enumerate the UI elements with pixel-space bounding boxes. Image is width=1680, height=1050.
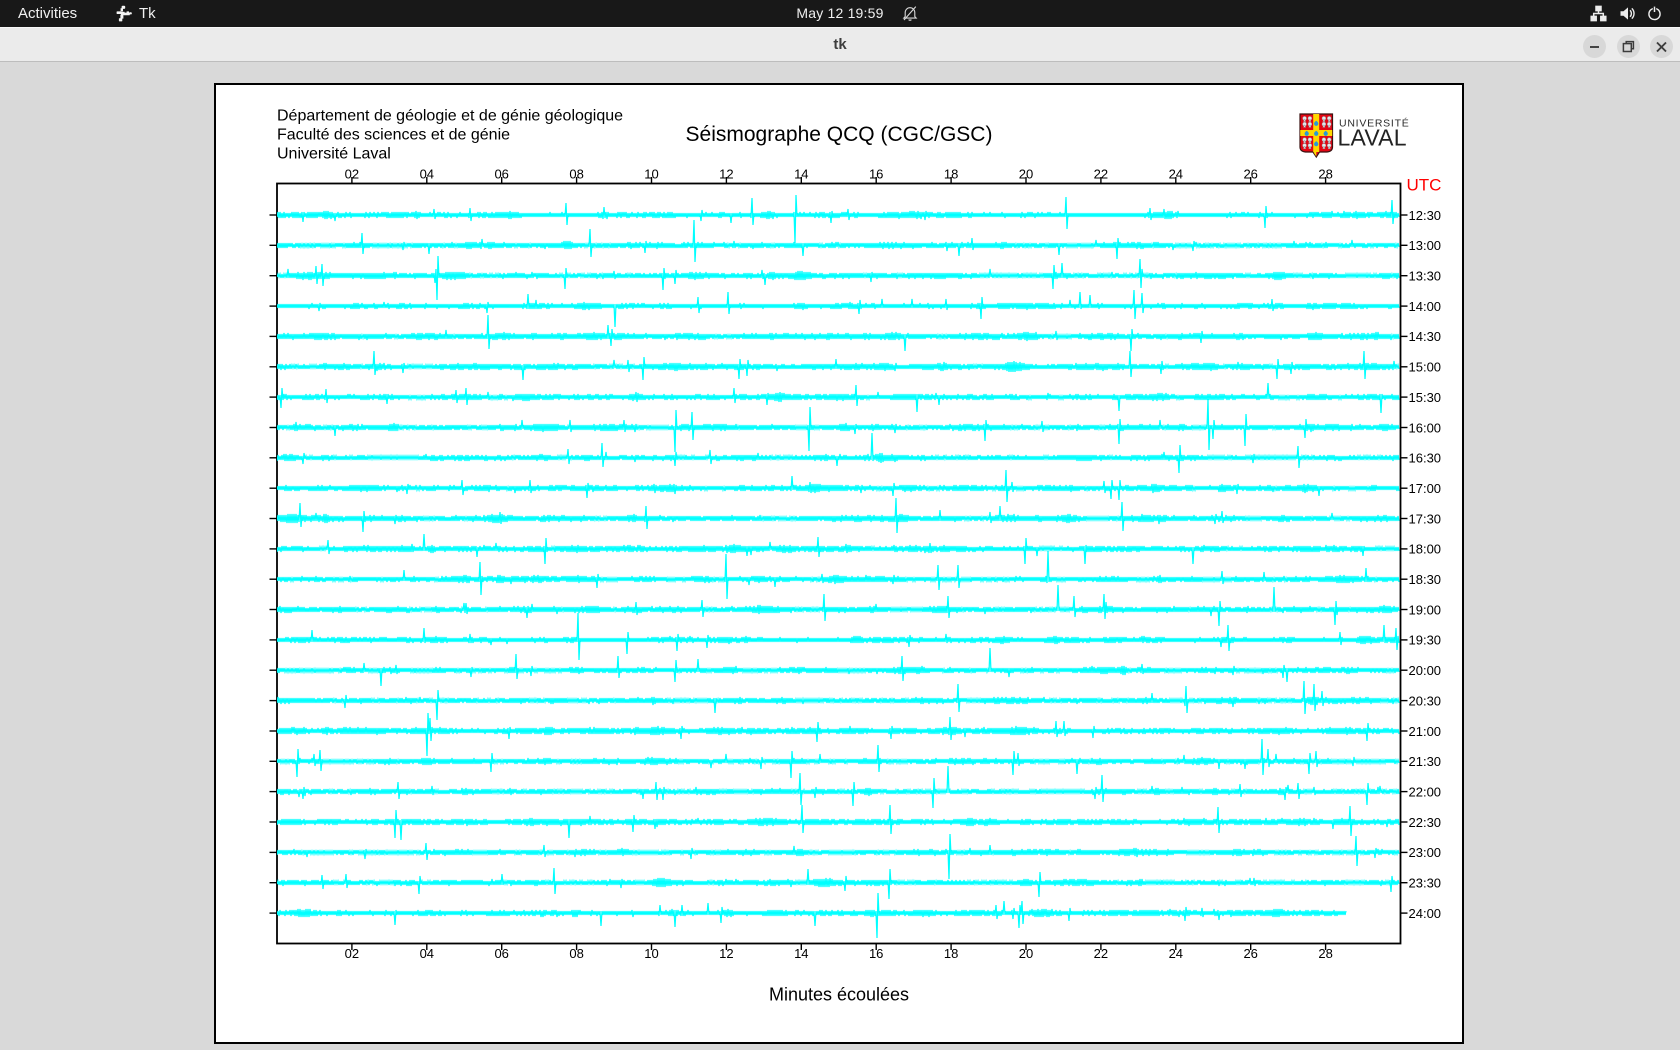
svg-text:19:30: 19:30	[1409, 633, 1442, 648]
svg-text:23:30: 23:30	[1409, 876, 1442, 891]
svg-text:22:30: 22:30	[1409, 815, 1442, 830]
svg-text:18:30: 18:30	[1409, 572, 1442, 587]
svg-text:21:00: 21:00	[1409, 724, 1442, 739]
svg-text:17:00: 17:00	[1409, 481, 1442, 496]
svg-text:16:30: 16:30	[1409, 451, 1442, 466]
svg-text:Minutes écoulées: Minutes écoulées	[769, 985, 909, 1005]
svg-text:12:30: 12:30	[1409, 208, 1442, 223]
svg-text:20:30: 20:30	[1409, 693, 1442, 708]
svg-text:13:00: 13:00	[1409, 238, 1442, 253]
svg-text:14:00: 14:00	[1409, 299, 1442, 314]
svg-text:Séismographe QCQ (CGC/GSC): Séismographe QCQ (CGC/GSC)	[686, 123, 993, 146]
svg-text:15:00: 15:00	[1409, 360, 1442, 375]
svg-text:24:00: 24:00	[1409, 906, 1442, 921]
svg-text:20:00: 20:00	[1409, 663, 1442, 678]
svg-text:19:00: 19:00	[1409, 602, 1442, 617]
svg-text:14:30: 14:30	[1409, 329, 1442, 344]
svg-text:15:30: 15:30	[1409, 390, 1442, 405]
svg-text:16:00: 16:00	[1409, 420, 1442, 435]
svg-text:18:00: 18:00	[1409, 542, 1442, 557]
svg-text:UTC: UTC	[1407, 176, 1442, 195]
svg-text:23:00: 23:00	[1409, 845, 1442, 860]
svg-text:Université Laval: Université Laval	[277, 145, 391, 162]
svg-text:21:30: 21:30	[1409, 754, 1442, 769]
svg-text:LAVAL: LAVAL	[1338, 125, 1407, 151]
svg-text:22:00: 22:00	[1409, 784, 1442, 799]
svg-text:Département de géologie et de: Département de géologie et de génie géol…	[277, 108, 623, 125]
svg-text:13:30: 13:30	[1409, 269, 1442, 284]
svg-text:Faculté des sciences et de gén: Faculté des sciences et de génie	[277, 127, 510, 144]
svg-text:17:30: 17:30	[1409, 511, 1442, 526]
